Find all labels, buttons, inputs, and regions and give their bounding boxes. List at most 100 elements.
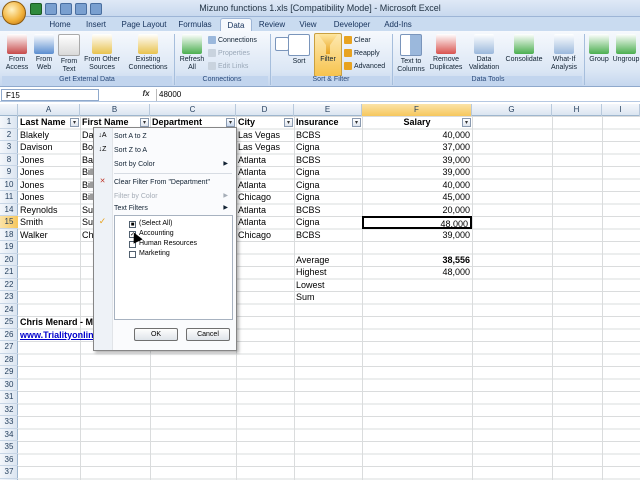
column-header-g[interactable]: G: [472, 104, 552, 116]
from-web-button[interactable]: From Web: [32, 34, 56, 72]
name-box[interactable]: F15: [1, 89, 99, 101]
cell-salary[interactable]: 45,000: [362, 191, 472, 204]
connections-button[interactable]: Connections: [208, 36, 257, 44]
row-header[interactable]: 19: [0, 241, 18, 254]
cell-city[interactable]: Atlanta: [236, 204, 294, 217]
row-header[interactable]: 18: [0, 229, 18, 241]
data-validation-button[interactable]: Data Validation: [466, 34, 502, 72]
row-header[interactable]: 3: [0, 141, 18, 154]
label-average[interactable]: Average: [294, 254, 362, 267]
cell-last-name[interactable]: Jones: [18, 166, 80, 179]
menu-text-filters[interactable]: Text Filters ▶: [114, 202, 234, 215]
from-other-sources-button[interactable]: From Other Sources: [82, 34, 122, 72]
cancel-button[interactable]: Cancel: [186, 328, 230, 341]
row-header[interactable]: 22: [0, 279, 18, 291]
cell-last-name[interactable]: Blakely: [18, 129, 80, 142]
row-header[interactable]: 24: [0, 304, 18, 316]
filter-option-marketing[interactable]: Marketing: [129, 249, 170, 259]
row-header[interactable]: 21: [0, 266, 18, 279]
menu-sort-z-to-a[interactable]: Sort Z to A: [114, 144, 234, 157]
filter-option-select-all[interactable]: ■ (Select All): [129, 219, 172, 229]
print-icon[interactable]: [90, 3, 102, 15]
cell-salary[interactable]: 37,000: [362, 141, 472, 154]
row-header[interactable]: 33: [0, 416, 18, 429]
cell-city[interactable]: Atlanta: [236, 166, 294, 179]
what-if-analysis-button[interactable]: What-If Analysis: [546, 34, 582, 72]
row-header[interactable]: 30: [0, 379, 18, 391]
value-highest[interactable]: 48,000: [362, 266, 472, 279]
row-header[interactable]: 36: [0, 454, 18, 466]
row-header[interactable]: 29: [0, 366, 18, 379]
row-header[interactable]: 35: [0, 441, 18, 454]
filter-dropdown-icon[interactable]: ▾: [462, 118, 471, 127]
row-header-selected[interactable]: 15: [0, 216, 18, 229]
cell-city[interactable]: Chicago: [236, 229, 294, 242]
advanced-button[interactable]: Advanced: [344, 62, 385, 70]
cell-last-name[interactable]: Jones: [18, 154, 80, 167]
row-header[interactable]: 9: [0, 166, 18, 179]
cell-salary[interactable]: 39,000: [362, 154, 472, 167]
sort-button[interactable]: Sort: [288, 34, 310, 66]
column-header-f[interactable]: F: [362, 104, 472, 116]
row-header[interactable]: 26: [0, 329, 18, 341]
label-lowest[interactable]: Lowest: [294, 279, 362, 292]
cell-salary[interactable]: 39,000: [362, 229, 472, 242]
row-header[interactable]: 32: [0, 404, 18, 416]
tab-data[interactable]: Data: [220, 18, 252, 32]
from-text-button[interactable]: From Text: [58, 34, 80, 74]
properties-button[interactable]: Properties: [208, 49, 250, 57]
cell-insurance[interactable]: BCBS: [294, 154, 362, 167]
row-header[interactable]: 31: [0, 391, 18, 404]
active-cell-salary[interactable]: 48,000: [362, 216, 472, 229]
row-header[interactable]: 11: [0, 191, 18, 204]
redo-icon[interactable]: [75, 3, 87, 15]
refresh-all-button[interactable]: Refresh All: [178, 34, 206, 72]
cell-last-name[interactable]: Smith: [18, 216, 80, 229]
row-header[interactable]: 1: [0, 116, 18, 129]
cell-city[interactable]: Atlanta: [236, 179, 294, 192]
cell-salary[interactable]: 39,000: [362, 166, 472, 179]
cell-city[interactable]: Las Vegas: [236, 129, 294, 142]
row-header[interactable]: 27: [0, 341, 18, 354]
text-to-columns-button[interactable]: Text to Columns: [396, 34, 426, 74]
cell-insurance[interactable]: Cigna: [294, 179, 362, 192]
edit-links-button[interactable]: Edit Links: [208, 62, 248, 70]
cell-insurance[interactable]: Cigna: [294, 166, 362, 179]
ok-button[interactable]: OK: [134, 328, 178, 341]
cell-last-name[interactable]: Reynolds: [18, 204, 80, 217]
filter-dropdown-icon[interactable]: ▾: [284, 118, 293, 127]
value-average[interactable]: 38,556: [362, 254, 472, 267]
menu-sort-a-to-z[interactable]: Sort A to Z: [114, 130, 234, 143]
label-highest[interactable]: Highest: [294, 266, 362, 279]
row-header[interactable]: 14: [0, 204, 18, 216]
menu-clear-filter[interactable]: Clear Filter From "Department": [114, 176, 234, 189]
cell-last-name[interactable]: Walker: [18, 229, 80, 242]
cell-insurance[interactable]: Cigna: [294, 216, 362, 229]
row-header[interactable]: 23: [0, 291, 18, 304]
undo-icon[interactable]: [60, 3, 72, 15]
ungroup-button[interactable]: Ungroup: [612, 34, 640, 64]
row-header[interactable]: 28: [0, 354, 18, 366]
cell-salary[interactable]: 40,000: [362, 179, 472, 192]
tab-home[interactable]: Home: [44, 18, 76, 31]
row-header[interactable]: 8: [0, 154, 18, 166]
cell-insurance[interactable]: BCBS: [294, 204, 362, 217]
cell-city[interactable]: Atlanta: [236, 154, 294, 167]
group-button[interactable]: Group: [588, 34, 610, 64]
cell-salary[interactable]: 40,000: [362, 129, 472, 142]
filter-dropdown-icon[interactable]: ▾: [70, 118, 79, 127]
consolidate-button[interactable]: Consolidate: [504, 34, 544, 64]
select-all-corner[interactable]: [0, 104, 18, 116]
checkbox-partial-icon[interactable]: ■: [129, 220, 136, 228]
row-header[interactable]: 10: [0, 179, 18, 191]
row-header[interactable]: 37: [0, 466, 18, 479]
row-header[interactable]: 20: [0, 254, 18, 266]
cell-last-name[interactable]: Jones: [18, 179, 80, 192]
filter-button[interactable]: Filter: [314, 33, 342, 77]
clear-filter-button[interactable]: Clear: [344, 36, 371, 44]
tab-view[interactable]: View: [294, 18, 322, 31]
cell-insurance[interactable]: Cigna: [294, 191, 362, 204]
cell-salary[interactable]: 20,000: [362, 204, 472, 217]
row-header[interactable]: 34: [0, 429, 18, 441]
office-button[interactable]: [2, 1, 26, 25]
